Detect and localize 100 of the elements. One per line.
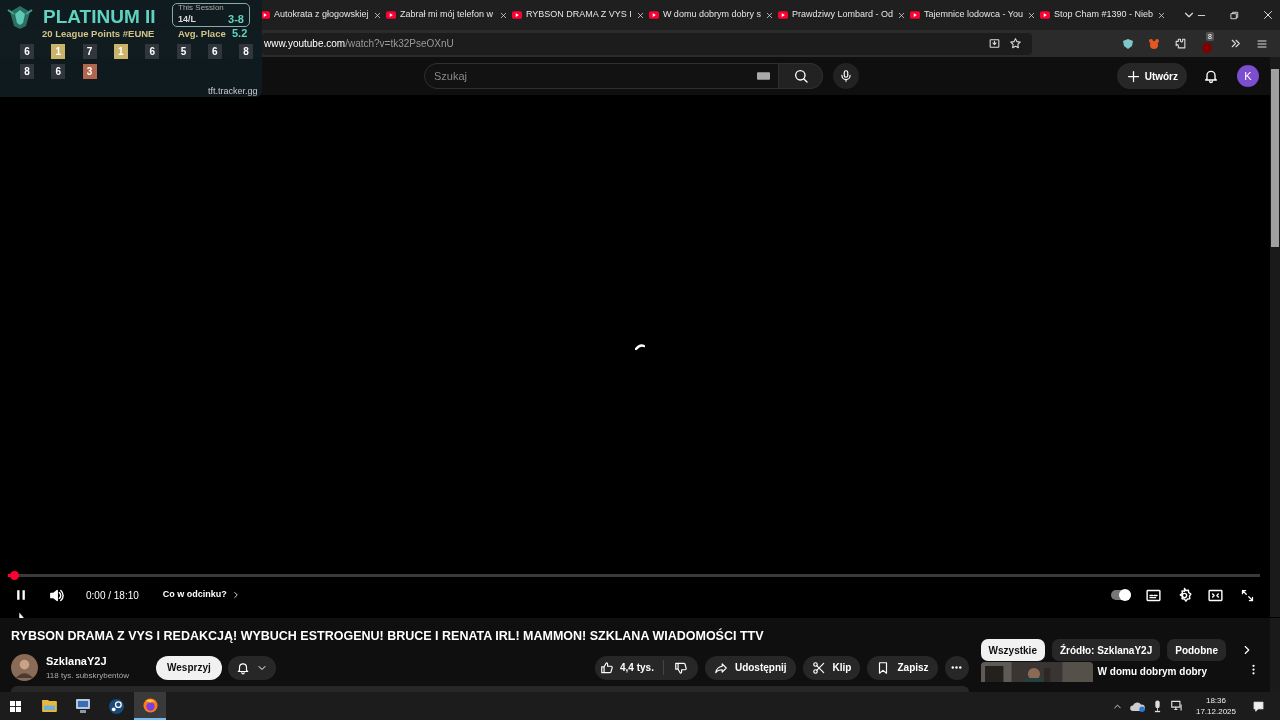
session-score: 3-8 [228,12,244,27]
rank-title: PLATINUM II [43,5,156,29]
more-icon [951,666,963,669]
address-bar[interactable]: www.youtube.com/watch?v=tk32PseOXnU [262,32,1032,55]
bell-icon [235,660,250,675]
placement-badge: 8 [239,44,254,59]
play-logo-icon [909,11,920,19]
close-icon[interactable] [764,10,774,20]
browser-tab[interactable]: Stop Cham #1390 - Nieb [1038,0,1169,30]
browser-tab[interactable]: RYBSON DRAMA Z VYS I [510,0,647,30]
scissors-icon [811,660,826,675]
placement-badge: 6 [20,44,34,59]
time-display: 0:00 / 18:10 [86,588,139,603]
league-points: 20 League Points #EUNE [42,27,155,41]
scrollbar-thumb[interactable] [1271,69,1279,247]
folder-icon[interactable] [42,700,57,712]
placement-badge: 6 [51,64,66,79]
clock-date[interactable]: 17.12.2025 [1195,706,1236,717]
average-place-value: 5.2 [232,26,248,41]
filter-chip[interactable]: Źródło: SzklanaY2J [1051,639,1161,661]
placement-badge: 6 [207,44,222,59]
close-icon[interactable] [1262,9,1275,21]
close-icon[interactable] [1027,10,1037,20]
bell-icon[interactable] [1203,68,1219,84]
placement-badge: 8 [20,64,34,79]
microphone-icon[interactable] [1153,699,1161,713]
placement-badge: 6 [145,44,160,59]
close-icon[interactable] [1157,10,1167,20]
reader-view-icon[interactable] [988,37,1001,50]
share-button[interactable]: Udostępnij [704,655,796,680]
play-logo-icon [386,11,396,19]
close-icon[interactable] [635,10,645,20]
autoplay-toggle[interactable] [1111,590,1131,600]
session-record: 14/L [178,14,196,25]
support-button[interactable]: Wesprzyj [156,655,222,680]
tab-title: RYBSON DRAMA Z VYS I [526,8,632,22]
star-icon[interactable] [1009,37,1022,50]
search-icon [792,68,809,84]
subscriber-count: 118 tys. subskrybentów [46,670,130,683]
chapters-button[interactable]: Co w odcinku? [162,588,241,602]
browser-tab[interactable]: Zabrał mi mój telefon w [384,0,510,30]
cloud-icon[interactable] [1129,700,1145,712]
windows-start-icon[interactable] [10,700,21,712]
menu-icon[interactable] [1256,37,1268,50]
more-vertical-icon[interactable] [1252,664,1255,675]
placement-badge: 7 [82,44,97,59]
keyboard-icon[interactable] [757,72,770,80]
placement-badge: 5 [176,44,191,59]
microphone-icon [839,69,853,83]
play-logo-icon [1040,11,1051,19]
video-title: RYBSON DRAMA Z VYS I REDAKCJĄ! WYBUCH ESTROGENU! BRUCE I RENATA IRL! MAMMON! SZKLANA WIADOMOŚCI TTV [11,627,765,645]
search-field[interactable]: Szukaj [424,63,779,89]
session-label: This Session [178,3,224,13]
source-label: tft.tracker.gg [208,85,258,98]
close-icon[interactable] [373,10,382,20]
plus-icon [1125,68,1141,84]
thumbs-down-icon[interactable] [673,660,688,675]
play-logo-icon [777,11,788,19]
restore-icon[interactable] [1229,9,1241,21]
account-avatar[interactable]: K [1237,65,1259,87]
placement-badge: 1 [113,44,128,59]
loading-spinner-icon [635,343,645,350]
browser-tab[interactable]: W domu dobrym dobry s [646,0,776,30]
tab-title: W domu dobrym dobry s [662,8,761,22]
more-button[interactable] [944,655,969,680]
share-arrow-icon [713,660,728,675]
clip-button[interactable]: Klip [802,655,861,680]
filter-chip[interactable]: Podobne [1167,639,1226,661]
fullscreen-icon[interactable] [1240,587,1255,603]
notifications-icon[interactable] [1252,699,1265,713]
filter-chip[interactable]: Wszystkie [980,639,1045,661]
clock-time[interactable]: 18:36 [1205,695,1226,706]
chevrons-right-icon[interactable] [1229,37,1242,50]
channel-avatar[interactable] [11,654,38,681]
puzzle-icon[interactable] [1174,37,1187,50]
play-logo-icon [512,11,522,19]
progress-thumb[interactable] [10,570,20,580]
steam-icon[interactable] [109,698,124,714]
url-text: www.youtube.com/watch?v=tk32PseOXnU [263,37,454,51]
notifications-button[interactable] [227,655,276,680]
tab-title: Prawdziwy Lombard - Od [791,8,893,22]
close-icon[interactable] [499,10,508,20]
save-button[interactable]: Zapisz [867,655,938,680]
create-button[interactable]: Utwórz [1116,63,1187,89]
tab-title: Zabrał mi mój telefon w [400,8,495,22]
search-button[interactable] [779,63,823,89]
placement-badge: 1 [51,44,66,59]
voice-search-button[interactable] [833,63,859,89]
recommendation-title[interactable]: W domu dobrym dobry [1097,664,1208,682]
channel-name[interactable]: SzklanaY2J [46,652,146,670]
computer-icon[interactable] [75,699,91,713]
browser-tab[interactable]: Tajemnice lodowca - You [907,0,1039,30]
browser-icon [142,697,158,713]
tab-title: Tajemnice lodowca - You [923,8,1024,22]
network-icon[interactable] [1169,699,1184,713]
thumbs-up-icon [600,660,614,675]
browser-tab[interactable]: Prawdziwy Lombard - Od [775,0,908,30]
taskbar-app[interactable] [134,692,166,720]
rank-emblem-icon [6,4,34,30]
close-icon[interactable] [896,10,906,20]
